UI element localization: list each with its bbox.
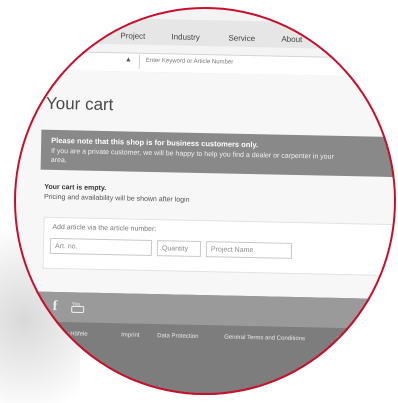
youtube-icon[interactable]: You	[71, 299, 85, 314]
cart-empty-title: Your cart is empty.	[44, 183, 107, 193]
screenshot-stage: Project Industry Service About ▲ Enter K…	[0, 0, 398, 403]
article-number-field[interactable]: Art. no.	[49, 237, 153, 257]
nav-item-industry[interactable]: Industry	[171, 32, 200, 42]
top-navigation	[14, 15, 396, 51]
page-title: Your cart	[45, 93, 114, 115]
footer-link-data-protection[interactable]: Data Protection	[157, 333, 198, 340]
magnifier-lens: Project Industry Service About ▲ Enter K…	[14, 7, 396, 395]
cart-page: Project Industry Service About ▲ Enter K…	[14, 7, 396, 395]
nav-item-service[interactable]: Service	[228, 34, 255, 44]
nav-item-project[interactable]: Project	[120, 31, 145, 41]
facebook-icon[interactable]: f	[53, 299, 58, 315]
project-name-field[interactable]: Project Name	[205, 241, 293, 259]
copyright-text: © 2018 by Häfele	[41, 330, 88, 338]
quantity-field[interactable]: Quantity	[156, 240, 202, 258]
chevron-up-icon[interactable]: ▲	[125, 56, 132, 63]
footer-link-more[interactable]: Te	[337, 337, 343, 343]
footer-link-imprint[interactable]: Imprint	[121, 332, 139, 338]
nav-item-about[interactable]: About	[281, 35, 302, 44]
